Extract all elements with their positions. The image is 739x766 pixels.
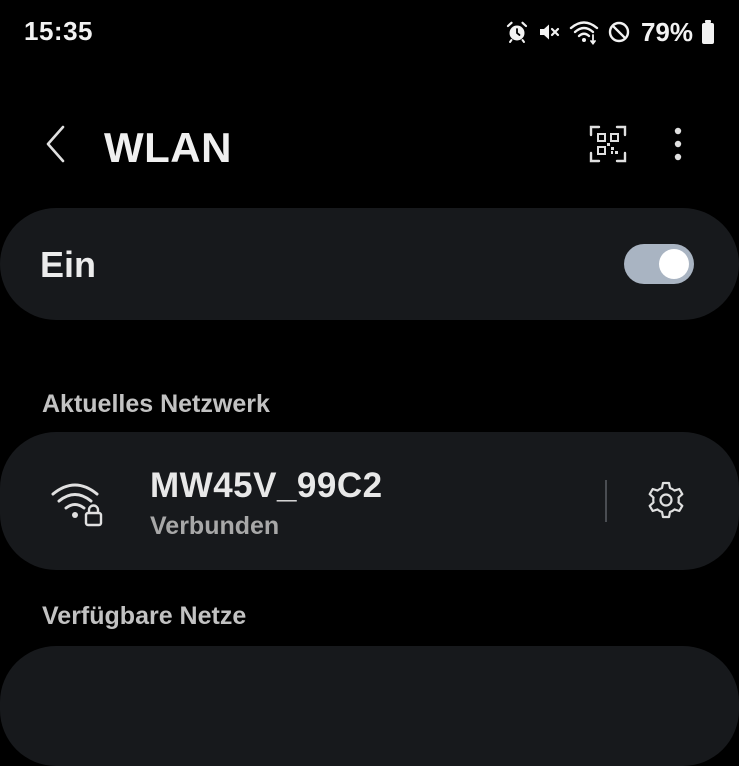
qr-scan-icon	[589, 125, 627, 168]
status-time: 15:35	[24, 16, 93, 46]
switch-label: Ein	[40, 244, 97, 285]
available-networks-list[interactable]	[0, 646, 739, 766]
battery-percent: 79%	[640, 16, 693, 47]
gear-icon	[646, 480, 686, 525]
app-bar: WLAN	[0, 110, 739, 182]
page-title: WLAN	[104, 124, 232, 171]
network-status: Verbunden	[150, 512, 280, 540]
network-settings-button[interactable]	[636, 472, 696, 532]
dnd-icon	[607, 20, 631, 44]
chevron-left-icon	[44, 124, 68, 169]
network-ssid: MW45V_99C2	[150, 466, 383, 505]
alarm-icon	[505, 20, 529, 44]
status-bar: 15:35 79%	[0, 0, 739, 66]
status-icons: 79%	[505, 16, 715, 48]
more-options-button[interactable]	[650, 118, 706, 174]
mute-icon	[537, 20, 561, 44]
wifi-lock-icon	[50, 480, 106, 528]
back-button[interactable]	[28, 118, 84, 174]
divider	[605, 480, 607, 522]
battery-icon	[701, 19, 715, 45]
more-vert-icon	[674, 127, 682, 166]
wlan-toggle[interactable]	[624, 244, 694, 284]
section-header-available-networks: Verfügbare Netze	[42, 602, 247, 630]
section-header-current-network: Aktuelles Netzwerk	[42, 390, 270, 418]
wlan-master-switch-card[interactable]: Ein	[0, 208, 739, 320]
toggle-knob	[659, 249, 689, 279]
qr-scan-button[interactable]	[580, 118, 636, 174]
wifi-status-icon	[569, 19, 599, 45]
current-network-item[interactable]: MW45V_99C2 Verbunden	[0, 432, 739, 570]
